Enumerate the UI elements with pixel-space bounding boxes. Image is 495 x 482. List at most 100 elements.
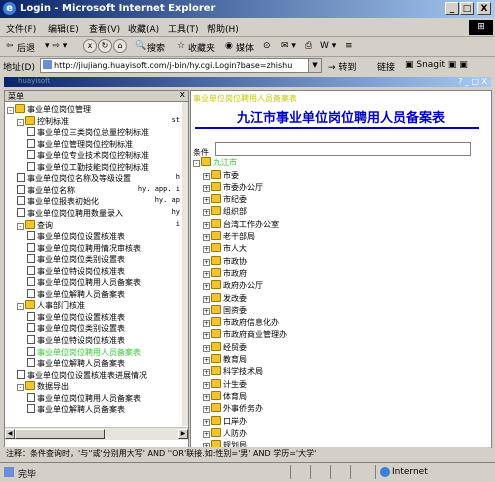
tree-item-label[interactable]: 事业单位岗位聘用人员备案表 <box>37 394 141 403</box>
tree-page-item[interactable]: 事业单位岗位设置核准表 <box>27 311 125 323</box>
unit-label[interactable]: 市委办公厅 <box>223 183 263 192</box>
condition-input[interactable] <box>215 142 471 156</box>
unit-label[interactable]: 台湾工作办公室 <box>223 220 279 229</box>
tree-item-label[interactable]: 事业单位岗位聘用情况审核表 <box>37 244 141 253</box>
tree-item-label[interactable]: 事业单位三类岗位总量控制标准 <box>37 128 149 137</box>
tree-root-label[interactable]: 九江市 <box>213 158 237 167</box>
expand-toggle-icon[interactable]: + <box>203 172 210 180</box>
tree-item-label[interactable]: 事业单位名称 <box>27 186 75 195</box>
vertical-scrollbar[interactable] <box>182 102 188 426</box>
menu-favorites[interactable]: 收藏(A) <box>128 22 159 35</box>
tree-folder-item[interactable]: - 事业单位岗位管理 <box>7 104 91 115</box>
unit-item[interactable]: + 市委办公厅 <box>203 181 263 194</box>
unit-label[interactable]: 政府办公厅 <box>223 281 263 290</box>
unit-label[interactable]: 口岸办 <box>223 417 247 426</box>
tree-page-item[interactable]: 事业单位解聘人员备案表 <box>27 404 125 415</box>
word-icon[interactable]: W ▾ <box>320 41 336 51</box>
unit-item[interactable]: + 台湾工作办公室 <box>203 218 279 231</box>
favorites-icon[interactable]: ☆ <box>177 41 185 51</box>
tree-page-item[interactable]: 事业单位解聘人员备案表 <box>27 358 125 369</box>
unit-label[interactable]: 国资委 <box>223 306 247 315</box>
tree-item-label[interactable]: 事业单位专业技术岗位控制标准 <box>37 151 149 160</box>
go-label[interactable]: 转到 <box>338 63 356 73</box>
unit-item[interactable]: + 市政府信息化办 <box>203 317 279 329</box>
tree-item-label[interactable]: 事业单位岗位名称及等级设置 <box>27 174 131 183</box>
stop-icon[interactable]: x <box>83 39 97 53</box>
tree-item-label[interactable]: 事业单位解聘人员备案表 <box>37 290 125 299</box>
tree-page-item[interactable]: 事业单位岗位设置核准表进展情况 <box>17 369 147 381</box>
address-url[interactable]: http://jiujiang.huayisoft.com/j-bin/hy.c… <box>54 61 292 70</box>
tree-item-label[interactable]: 事业单位报表初始化 <box>27 197 99 206</box>
expand-toggle-icon[interactable]: + <box>203 270 210 278</box>
menu-tools[interactable]: 工具(T) <box>168 22 199 35</box>
unit-item[interactable]: + 教育局 <box>203 354 247 366</box>
tree-item-label[interactable]: 控制标准 <box>37 117 69 126</box>
vertical-scrollbar[interactable] <box>485 155 491 447</box>
tree-folder-item[interactable]: - 数据导出 <box>17 381 69 392</box>
unit-item[interactable]: + 市委 <box>203 169 239 182</box>
expand-toggle-icon[interactable]: + <box>203 418 210 426</box>
search-icon[interactable]: 🔍 <box>135 41 146 51</box>
links-button[interactable]: 链接 <box>377 60 395 73</box>
menu-view[interactable]: 查看(V) <box>89 22 120 35</box>
tree-page-item[interactable]: 事业单位岗位聘用数量录入 <box>17 207 123 219</box>
horizontal-scrollbar[interactable]: ◀ ▶ <box>5 427 188 440</box>
expand-toggle-icon[interactable]: + <box>203 258 210 266</box>
tree-page-item[interactable]: 事业单位岗位设置核准表 <box>27 231 125 242</box>
snagit-button[interactable]: ▣ Snagit ▣ ▣ <box>405 60 468 70</box>
unit-item[interactable]: + 市人大 <box>203 243 247 255</box>
tree-item-label[interactable]: 事业单位特设岗位核准表 <box>37 267 125 276</box>
tree-item-label[interactable]: 事业单位岗位设置核准表 <box>37 313 125 322</box>
unit-label[interactable]: 发改委 <box>223 294 247 303</box>
tree-page-item[interactable]: 事业单位特设岗位核准表 <box>27 335 125 346</box>
minimize-button[interactable]: _ <box>445 2 459 15</box>
tree-item-label[interactable]: 事业单位解聘人员备案表 <box>37 405 125 414</box>
unit-item[interactable]: + 口岸办 <box>203 415 247 428</box>
discuss-icon[interactable]: ≡ <box>345 41 353 51</box>
tree-item-label[interactable]: 事业单位岗位管理 <box>27 105 91 114</box>
expand-toggle-icon[interactable]: + <box>203 369 210 377</box>
mail-icon[interactable]: ✉ ▾ <box>281 41 296 51</box>
tree-page-item[interactable]: 事业单位工勤技能岗位控制标准 <box>27 161 149 173</box>
scroll-thumb[interactable] <box>15 429 105 439</box>
collapse-toggle-icon[interactable]: - <box>17 303 24 311</box>
unit-item[interactable]: + 发改委 <box>203 292 247 305</box>
unit-item[interactable]: + 人防办 <box>203 427 247 440</box>
unit-item[interactable]: + 组织部 <box>203 206 247 218</box>
expand-toggle-icon[interactable]: + <box>203 344 210 352</box>
media-icon[interactable]: ◉ <box>225 41 233 51</box>
unit-item[interactable]: + 计生委 <box>203 378 247 391</box>
tree-page-item[interactable]: 事业单位岗位聘用人员备案表 <box>27 346 141 358</box>
media-button[interactable]: 媒体 <box>236 41 254 54</box>
unit-item[interactable]: + 国资委 <box>203 304 247 317</box>
expand-toggle-icon[interactable]: + <box>203 221 210 229</box>
tree-item-label[interactable]: 数据导出 <box>37 382 69 391</box>
tree-page-item[interactable]: 事业单位三类岗位总量控制标准 <box>27 127 149 138</box>
maximize-button[interactable]: □ <box>460 2 474 15</box>
tree-item-label[interactable]: 事业单位管理岗位控制标准 <box>37 140 133 149</box>
expand-toggle-icon[interactable]: + <box>203 307 210 315</box>
expand-toggle-icon[interactable]: + <box>203 393 210 401</box>
menu-help[interactable]: 帮助(H) <box>207 22 239 35</box>
unit-item[interactable]: + 市政协 <box>203 255 247 268</box>
tree-item-label[interactable]: 查询 <box>37 221 53 230</box>
tree-folder-item[interactable]: - 人事部门核准 <box>17 300 85 311</box>
expand-toggle-icon[interactable]: + <box>203 295 210 303</box>
unit-label[interactable]: 市委 <box>223 171 239 180</box>
tree-item-label[interactable]: 事业单位解聘人员备案表 <box>37 359 125 368</box>
tree-page-item[interactable]: 事业单位名称 <box>17 184 75 196</box>
unit-item[interactable]: + 市纪委 <box>203 194 247 206</box>
scroll-right-icon[interactable]: ▶ <box>178 429 188 439</box>
back-arrow-icon[interactable]: ⇦ <box>6 41 14 51</box>
unit-label[interactable]: 计生委 <box>223 380 247 389</box>
unit-label[interactable]: 体育局 <box>223 392 247 401</box>
expand-toggle-icon[interactable]: + <box>203 184 210 192</box>
tree-page-item[interactable]: 事业单位岗位名称及等级设置 <box>17 173 131 184</box>
print-icon[interactable]: ⎙ <box>305 41 312 51</box>
unit-item[interactable]: + 市政府 <box>203 267 247 280</box>
unit-label[interactable]: 市人大 <box>223 244 247 253</box>
menu-edit[interactable]: 编辑(E) <box>48 22 79 35</box>
expand-toggle-icon[interactable]: + <box>203 332 210 340</box>
unit-label[interactable]: 市政府商业管理办 <box>223 330 287 339</box>
expand-toggle-icon[interactable]: + <box>203 197 210 205</box>
